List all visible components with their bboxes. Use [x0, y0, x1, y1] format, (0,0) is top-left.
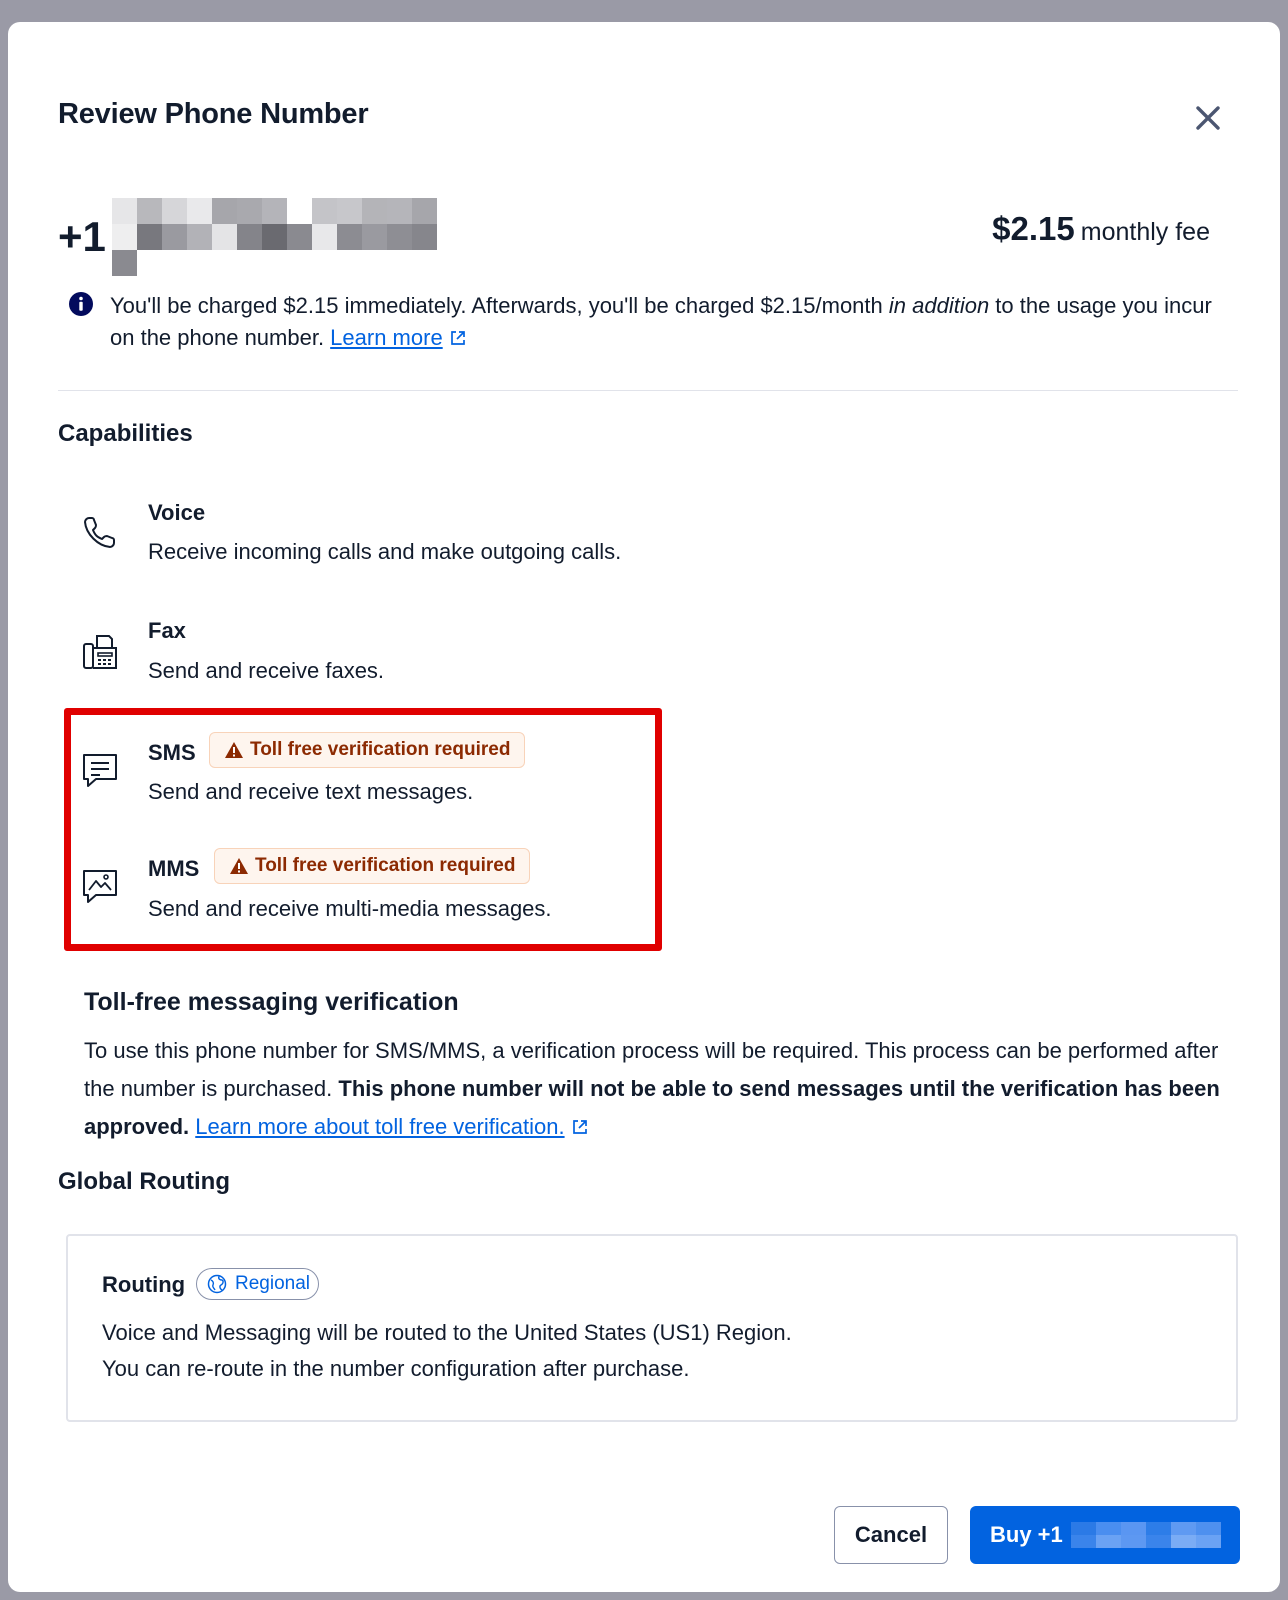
- pixel-mask-cell: [236, 224, 262, 250]
- monthly-fee: $2.15 monthly fee: [992, 210, 1210, 248]
- pixel-mask-cell: [311, 224, 337, 250]
- pixel-mask-cell: [411, 198, 437, 224]
- fee-label: monthly fee: [1080, 218, 1210, 246]
- toll-free-verification-text: To use this phone number for SMS/MMS, a …: [84, 1032, 1234, 1146]
- regional-badge-text: Regional: [235, 1273, 310, 1294]
- capability-description: Send and receive faxes.: [148, 658, 385, 683]
- fax-icon: [83, 635, 117, 669]
- pixel-mask-cell: [211, 198, 237, 224]
- cancel-button[interactable]: Cancel: [834, 1506, 948, 1564]
- charge-notice: You'll be charged $2.15 immediately. Aft…: [68, 290, 1228, 354]
- pixel-mask-cell: [1145, 1535, 1171, 1548]
- phone-prefix: +1: [58, 213, 106, 260]
- pixel-mask-cell: [286, 224, 312, 250]
- pixel-mask-cell: [261, 224, 287, 250]
- routing-card: Routing Regional Voice and Messaging wil…: [66, 1234, 1238, 1422]
- pixel-mask-cell: [411, 224, 437, 250]
- capability-name: Voice: [148, 500, 206, 525]
- buy-button-label: Buy +1: [990, 1522, 1063, 1547]
- phone-icon: [84, 517, 115, 548]
- pixel-mask-cell: [136, 198, 162, 224]
- charge-notice-text: You'll be charged $2.15 immediately. Aft…: [110, 290, 1228, 354]
- pixel-mask-cell: [186, 198, 212, 224]
- toll-free-verification-title: Toll-free messaging verification: [84, 988, 459, 1016]
- divider: [58, 390, 1238, 391]
- pixel-mask-cell: [311, 198, 337, 224]
- pixel-mask-cell: [186, 224, 212, 250]
- pixel-mask-cell: [386, 198, 412, 224]
- learn-more-link[interactable]: Learn more: [330, 325, 443, 350]
- pixel-mask-cell: [1120, 1535, 1146, 1548]
- pixel-mask-cell: [1195, 1522, 1221, 1535]
- pixel-mask-cell: [286, 198, 312, 224]
- phone-number: +1: [58, 198, 437, 276]
- pixel-mask-cell: [1170, 1522, 1196, 1535]
- pixel-mask-cell: [161, 198, 187, 224]
- pixel-mask-cell: [1145, 1522, 1171, 1535]
- buy-button[interactable]: Buy +1: [970, 1506, 1240, 1564]
- capabilities-title: Capabilities: [58, 420, 193, 447]
- capability-fax: Fax Send and receive faxes.: [80, 610, 640, 690]
- global-routing-title: Global Routing: [58, 1168, 230, 1195]
- capability-name: Fax: [148, 618, 186, 643]
- pixel-mask-cell: [1095, 1522, 1121, 1535]
- pixel-mask-cell: [1095, 1535, 1121, 1548]
- external-link-icon: [572, 1120, 587, 1134]
- pixel-mask-cell: [211, 224, 237, 250]
- masked-buy-digits: [1070, 1522, 1221, 1548]
- close-icon: [1196, 106, 1220, 130]
- pixel-mask-cell: [386, 224, 412, 250]
- capability-voice: Voice Receive incoming calls and make ou…: [80, 492, 640, 572]
- regional-badge: Regional: [196, 1268, 319, 1300]
- toll-free-learn-more-link[interactable]: Learn more about toll free verification.: [195, 1114, 564, 1139]
- pixel-mask-cell: [161, 224, 187, 250]
- pixel-mask-cell: [111, 198, 137, 224]
- cancel-button-label: Cancel: [854, 1522, 928, 1547]
- pixel-mask-cell: [1070, 1535, 1096, 1548]
- pixel-mask-cell: [111, 250, 137, 276]
- pixel-mask-cell: [261, 198, 287, 224]
- charge-notice-part1: You'll be charged $2.15 immediately. Aft…: [110, 293, 889, 318]
- info-icon: [69, 292, 93, 316]
- close-button[interactable]: [1188, 98, 1228, 138]
- highlight-annotation: [64, 708, 662, 951]
- routing-label: Routing: [102, 1272, 186, 1297]
- pixel-mask-cell: [361, 224, 387, 250]
- pixel-mask-cell: [361, 198, 387, 224]
- modal-title: Review Phone Number: [58, 98, 369, 130]
- pixel-mask-cell: [1170, 1535, 1196, 1548]
- masked-phone-digits: [111, 198, 437, 276]
- external-link-icon: [450, 331, 465, 345]
- pixel-mask-cell: [136, 224, 162, 250]
- pixel-mask-cell: [336, 224, 362, 250]
- review-phone-number-modal: Review Phone Number +1 $2.15 monthly fee …: [8, 22, 1280, 1592]
- pixel-mask-cell: [1120, 1522, 1146, 1535]
- pixel-mask-cell: [1070, 1522, 1096, 1535]
- pixel-mask-cell: [336, 198, 362, 224]
- pixel-mask-cell: [1195, 1535, 1221, 1548]
- routing-description-line2: You can re-route in the number configura…: [102, 1356, 690, 1381]
- capability-description: Receive incoming calls and make outgoing…: [148, 539, 622, 564]
- charge-notice-emphasis: in addition: [888, 293, 990, 318]
- fee-amount: $2.15: [992, 210, 1075, 247]
- pixel-mask-cell: [236, 198, 262, 224]
- routing-description-line1: Voice and Messaging will be routed to th…: [102, 1320, 792, 1345]
- pixel-mask-cell: [111, 224, 137, 250]
- globe-icon: [207, 1274, 227, 1294]
